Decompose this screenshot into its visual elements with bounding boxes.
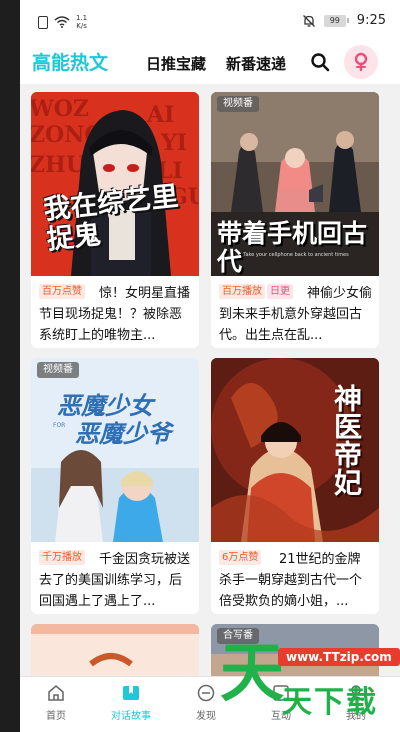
story-description-1: 惊！女明星直播节目现场捉鬼！？被除恶系统盯上的唯物主... xyxy=(39,286,191,343)
svg-text:AI: AI xyxy=(146,102,174,128)
sim-card-icon xyxy=(38,15,48,29)
story-card-3[interactable]: 视频番 恶魔少女 FOR 恶魔少爷 千万播放 千金因贪玩被送去了的美国训练学习，… xyxy=(31,358,199,614)
svg-text:ZHU: ZHU xyxy=(31,152,85,178)
location-pin-icon xyxy=(354,52,368,72)
location-pin-button[interactable] xyxy=(344,45,378,79)
nav-home-label: 首页 xyxy=(46,711,66,722)
battery-indicator: 99 xyxy=(323,14,349,27)
story-cover-3: 视频番 恶魔少女 FOR 恶魔少爷 xyxy=(31,358,199,542)
network-speed: 1.1 K/s xyxy=(76,14,87,30)
story-description-4: 21世纪的金牌杀手一朝穿越到古代一个倍受欺负的嫡小姐，... xyxy=(219,552,363,609)
video-series-badge-2: 视频番 xyxy=(217,96,259,112)
story-card-4[interactable]: 神医帝妃 6万点赞 21世纪的金牌杀手一朝穿越到古代一个倍受欺负的嫡小姐，... xyxy=(211,358,379,614)
network-speed-unit: K/s xyxy=(76,22,87,30)
watermark-logo-glyph: 天 xyxy=(220,636,284,711)
cover-art-3 xyxy=(31,358,199,542)
watermark-url: www.TTzip.com xyxy=(278,648,400,666)
battery-level: 99 xyxy=(323,14,346,27)
story-description-2: 神偷少女偷到未来手机意外穿越回古代。出生点在乱... xyxy=(219,286,373,343)
discover-icon xyxy=(197,684,215,702)
search-icon[interactable] xyxy=(310,52,330,72)
nav-chat-story[interactable]: 对话故事 xyxy=(101,683,161,722)
site-watermark: 天 www.TTzip.com 天下载 xyxy=(220,640,400,732)
tab-daily-picks[interactable]: 日推宝藏 xyxy=(146,53,206,74)
cover-title-for: FOR xyxy=(53,422,66,429)
watermark-brand: 天下载 xyxy=(282,685,378,720)
status-left: 1.1 K/s xyxy=(38,14,87,30)
battery-tip xyxy=(346,18,349,23)
tab-new-releases[interactable]: 新番速递 xyxy=(226,53,306,74)
app-screen: 1.1 K/s 99 9:25 高能热文 日推宝藏 新番速递 WOZ AI ZO… xyxy=(20,0,400,732)
video-series-badge-3: 视频番 xyxy=(37,362,79,378)
cover-title-3b: 恶魔少爷 xyxy=(75,419,171,448)
top-tab-bar: 高能热文 日推宝藏 新番速递 xyxy=(20,44,400,84)
story-cover-4: 神医帝妃 xyxy=(211,358,379,542)
nav-home[interactable]: 首页 xyxy=(26,683,86,722)
cover-title-3a: 恶魔少女 xyxy=(57,391,153,420)
svg-text:YI: YI xyxy=(160,130,187,156)
nav-discover-label: 发现 xyxy=(196,711,216,722)
nav-chat-story-label: 对话故事 xyxy=(111,711,151,722)
chat-story-icon xyxy=(123,686,139,700)
story-card-2[interactable]: 视频番 带着手机回古代 Take your cellphone back to … xyxy=(211,92,379,348)
home-icon xyxy=(48,685,64,701)
cover-title-2: 带着手机回古代 xyxy=(217,219,368,276)
wifi-icon xyxy=(54,16,70,28)
status-bar: 1.1 K/s 99 9:25 xyxy=(20,0,400,44)
network-speed-value: 1.1 xyxy=(76,14,88,22)
cover-subtitle-2: Take your cellphone back to ancient time… xyxy=(243,252,349,258)
story-cover-1: WOZ AI ZONG YI ZHU LI GU 我在综艺里捉鬼 xyxy=(31,92,199,276)
story-cover-2: 视频番 带着手机回古代 Take your cellphone back to … xyxy=(211,92,379,276)
cover-title-4: 神医帝妃 xyxy=(330,384,363,496)
tab-high-energy[interactable]: 高能热文 xyxy=(32,48,108,75)
cover-art-5 xyxy=(31,624,199,684)
status-right: 99 9:25 xyxy=(302,13,386,28)
story-card-5[interactable] xyxy=(31,624,199,684)
bell-off-icon xyxy=(302,14,315,27)
status-time: 9:25 xyxy=(356,13,386,28)
svg-text:WOZ: WOZ xyxy=(31,96,89,122)
story-card-1[interactable]: WOZ AI ZONG YI ZHU LI GU 我在综艺里捉鬼 百万点赞 惊！… xyxy=(31,92,199,348)
story-description-3: 千金因贪玩被送去了的美国训练学习，后回国遇上了遇上了... xyxy=(39,552,191,609)
story-cover-5 xyxy=(31,624,199,684)
